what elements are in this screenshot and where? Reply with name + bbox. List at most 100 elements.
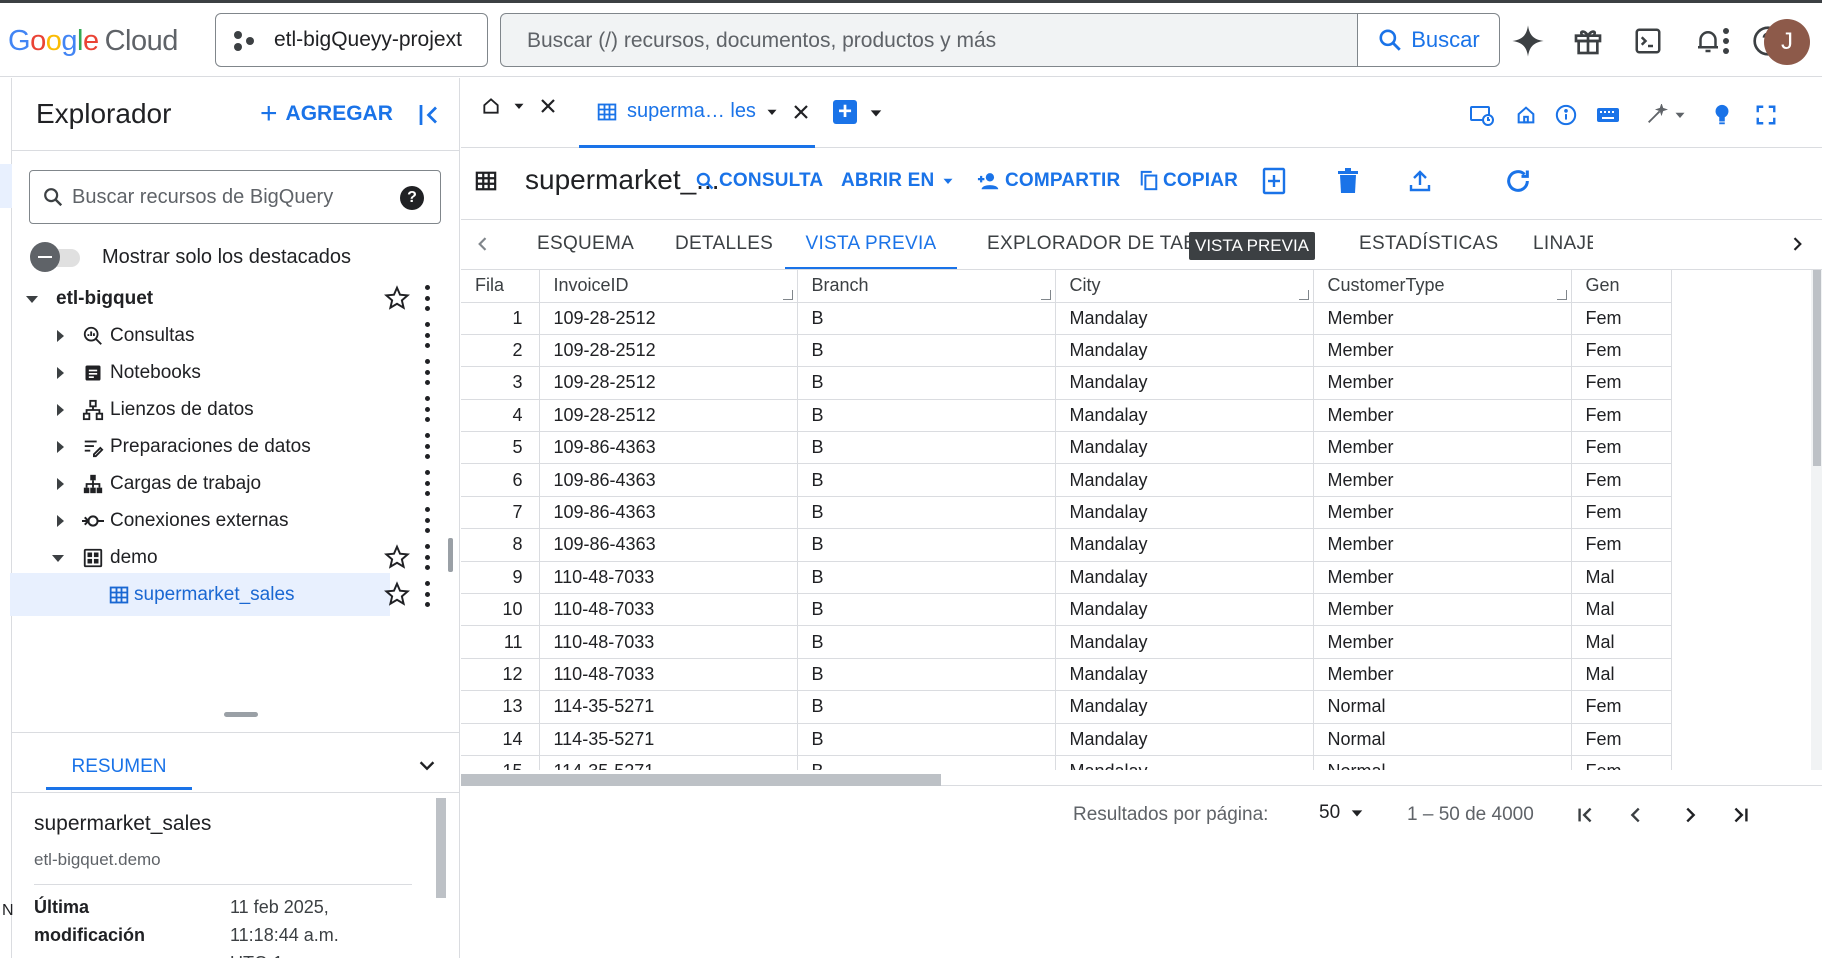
caret-down-icon[interactable] — [22, 289, 42, 309]
table-row[interactable]: 6 109-86-4363 B Mandalay Member Fem — [461, 463, 1672, 497]
tree-item-supermarket-sales[interactable]: supermarket_sales — [10, 573, 390, 616]
open-in-button[interactable]: ABRIR EN — [841, 170, 958, 192]
table-cell[interactable]: 109-28-2512 — [539, 302, 798, 335]
column-header[interactable]: Fila — [461, 270, 540, 303]
keyboard-icon[interactable] — [1593, 100, 1623, 130]
more-vert-icon[interactable] — [422, 544, 432, 570]
star-icon[interactable] — [384, 285, 410, 311]
table-cell[interactable]: Fem — [1571, 431, 1672, 465]
tab-detalles[interactable]: DETALLES — [675, 220, 773, 269]
table-cell[interactable]: 110-48-7033 — [539, 593, 798, 627]
gemini-sparkle-icon[interactable] — [1508, 21, 1548, 61]
caret-right-icon[interactable] — [50, 400, 70, 420]
global-search[interactable]: Buscar (/) recursos, documentos, product… — [500, 13, 1500, 67]
collapse-panel-icon[interactable] — [416, 100, 448, 132]
schedule-icon[interactable] — [1467, 100, 1497, 130]
table-cell[interactable]: B — [797, 690, 1056, 724]
table-cell[interactable]: Mandalay — [1055, 593, 1314, 627]
table-cell[interactable]: Mandalay — [1055, 625, 1314, 659]
tab-supermarket-sales[interactable]: superma… les — [579, 78, 815, 148]
table-row[interactable]: 4 109-28-2512 B Mandalay Member Fem — [461, 399, 1672, 433]
table-cell[interactable]: 109-86-4363 — [539, 528, 798, 562]
tab-home[interactable] — [481, 96, 557, 116]
caret-right-icon[interactable] — [50, 326, 70, 346]
caret-down-icon[interactable] — [766, 106, 778, 118]
chevron-right-icon[interactable] — [1787, 234, 1807, 259]
caret-down-icon[interactable] — [48, 548, 68, 568]
table-cell[interactable]: Mandalay — [1055, 399, 1314, 433]
table-cell[interactable]: Member — [1313, 528, 1572, 562]
table-row[interactable]: 10 110-48-7033 B Mandalay Member Mal — [461, 593, 1672, 627]
more-vert-icon[interactable] — [422, 581, 432, 607]
caret-right-icon[interactable] — [50, 363, 70, 383]
table-cell[interactable]: Mandalay — [1055, 723, 1314, 756]
table-cell[interactable]: Fem — [1571, 399, 1672, 433]
table-cell[interactable]: Mandalay — [1055, 755, 1314, 770]
table-cell[interactable]: Mandalay — [1055, 431, 1314, 465]
table-cell[interactable]: Member — [1313, 463, 1572, 497]
table-cell[interactable]: Mandalay — [1055, 658, 1314, 692]
star-icon[interactable] — [384, 581, 410, 607]
more-vert-icon[interactable] — [422, 433, 432, 459]
explorer-scrollbar[interactable] — [448, 538, 453, 572]
table-cell[interactable]: Fem — [1571, 528, 1672, 562]
avatar[interactable]: J — [1764, 19, 1810, 65]
horizontal-scrollbar[interactable] — [461, 770, 1822, 786]
column-header[interactable]: CustomerType — [1313, 270, 1572, 303]
table-cell[interactable]: Member — [1313, 431, 1572, 465]
table-cell[interactable]: B — [797, 593, 1056, 627]
table-cell[interactable]: Mal — [1571, 658, 1672, 692]
table-cell[interactable]: Mandalay — [1055, 690, 1314, 724]
table-cell[interactable]: B — [797, 302, 1056, 335]
google-cloud-logo[interactable]: Google Cloud — [8, 25, 178, 58]
table-cell[interactable]: Normal — [1313, 723, 1572, 756]
summary-scrollbar[interactable] — [436, 798, 446, 898]
scrollbar-thumb[interactable] — [1813, 270, 1821, 466]
table-cell[interactable]: 110-48-7033 — [539, 561, 798, 595]
table-cell[interactable]: 109-28-2512 — [539, 366, 798, 400]
table-cell[interactable]: Member — [1313, 302, 1572, 335]
add-row-icon[interactable] — [1257, 164, 1291, 198]
caret-right-icon[interactable] — [50, 437, 70, 457]
more-vert-icon[interactable] — [422, 285, 432, 311]
help-icon[interactable]: ? — [400, 186, 424, 210]
copy-button[interactable]: COPIAR — [1139, 170, 1238, 192]
table-cell[interactable]: Mandalay — [1055, 366, 1314, 400]
table-cell[interactable]: Member — [1313, 561, 1572, 595]
table-cell[interactable]: Mandalay — [1055, 528, 1314, 562]
export-icon[interactable] — [1403, 164, 1437, 198]
table-cell[interactable]: Fem — [1571, 366, 1672, 400]
tab-estadisticas[interactable]: ESTADÍSTICAS — [1359, 220, 1498, 269]
table-cell[interactable]: 114-35-5271 — [539, 723, 798, 756]
table-cell[interactable]: Member — [1313, 334, 1572, 368]
tab-esquema[interactable]: ESQUEMA — [537, 220, 634, 269]
table-cell[interactable]: Mandalay — [1055, 463, 1314, 497]
new-tab-button[interactable]: + — [833, 100, 857, 124]
project-picker[interactable]: etl-bigQueyy-projext — [215, 13, 488, 67]
add-button[interactable]: + AGREGAR — [260, 99, 393, 129]
table-row[interactable]: 9 110-48-7033 B Mandalay Member Mal — [461, 561, 1672, 595]
table-cell[interactable]: B — [797, 723, 1056, 756]
table-cell[interactable]: 109-86-4363 — [539, 463, 798, 497]
table-cell[interactable]: Member — [1313, 399, 1572, 433]
gift-icon[interactable] — [1568, 21, 1608, 61]
caret-right-icon[interactable] — [50, 511, 70, 531]
chevron-down-icon[interactable] — [416, 754, 438, 781]
home-icon[interactable] — [1511, 100, 1541, 130]
table-cell[interactable]: B — [797, 463, 1056, 497]
last-page-icon[interactable] — [1723, 798, 1757, 832]
column-header[interactable]: Branch — [797, 270, 1056, 303]
table-cell[interactable]: B — [797, 561, 1056, 595]
more-vert-icon[interactable] — [422, 396, 432, 422]
table-cell[interactable]: B — [797, 399, 1056, 433]
fullscreen-icon[interactable] — [1751, 100, 1781, 130]
table-cell[interactable]: Fem — [1571, 690, 1672, 724]
page-size-select[interactable]: 50 — [1319, 802, 1364, 824]
table-cell[interactable]: 109-28-2512 — [539, 399, 798, 433]
column-header[interactable]: InvoiceID — [539, 270, 798, 303]
table-cell[interactable]: Mal — [1571, 593, 1672, 627]
table-cell[interactable]: 114-35-5271 — [539, 690, 798, 724]
table-cell[interactable]: Normal — [1313, 690, 1572, 724]
table-row[interactable]: 13 114-35-5271 B Mandalay Normal Fem — [461, 690, 1672, 724]
info-icon[interactable] — [1551, 100, 1581, 130]
